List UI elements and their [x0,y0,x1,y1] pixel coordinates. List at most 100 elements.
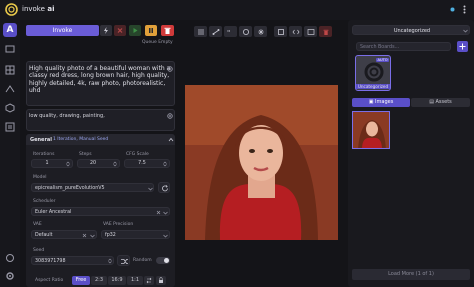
canvas-options-button[interactable] [194,26,207,37]
vae-precision-label: VAE Precision [103,222,134,227]
random-seed-toggle[interactable] [156,257,170,264]
chevron-down-icon [163,234,168,238]
chevron-down-icon [463,29,468,33]
cfg-scale-label: CFG Scale [126,152,149,157]
negative-prompt-text[interactable]: low quality, drawing, painting, [29,113,105,119]
refresh-models-button[interactable] [158,182,170,193]
lock-aspect-button[interactable] [156,276,166,285]
delete-image-icon[interactable] [319,26,332,37]
toggle-knob [164,258,169,263]
swap-dimensions-button[interactable] [144,276,154,285]
chevron-down-icon [163,211,168,215]
steps-value: 20 [89,161,97,166]
canvas-grid-icon[interactable] [5,65,15,75]
rail-text-to-image[interactable]: A [3,23,17,37]
cfg-scale-input[interactable]: 7.5 [124,159,170,168]
aspect-option-1-1[interactable]: 1:1 [127,276,143,285]
gallery-thumbnail[interactable] [352,111,390,149]
upscale-icon[interactable] [274,26,287,37]
resume-button[interactable] [129,25,141,36]
add-board-button[interactable] [457,41,468,52]
random-seed-label: Random [133,258,152,263]
show-metadata-icon[interactable] [289,26,302,37]
seed-stepper-icon[interactable] [108,258,112,264]
chevron-up-icon[interactable] [168,137,174,142]
aspect-option-free[interactable]: Free [72,276,90,285]
model-label: Model [33,175,47,180]
board-select-value: Uncategorized [393,27,431,34]
positive-prompt-field[interactable]: High quality photo of a beautiful woman … [26,61,175,106]
vae-value: Default [35,232,53,238]
more-menu-icon[interactable] [463,5,466,14]
model-select[interactable]: epicrealism_pureEvolutionV5 [31,183,154,192]
status-dot-icon [450,7,455,12]
settings-gear-icon[interactable] [5,271,15,281]
negative-prompt-field[interactable]: low quality, drawing, painting, [26,109,175,131]
steps-label: Steps [79,152,92,157]
pause-button[interactable] [145,25,157,36]
chevron-down-icon [90,234,95,238]
use-seed-icon[interactable] [239,26,252,37]
use-all-icon[interactable] [254,26,267,37]
iterations-stepper-icon[interactable] [66,161,70,167]
aspect-option-2-3[interactable]: 2:3 [91,276,107,285]
vae-precision-value: fp32 [105,232,116,238]
tab-images-label: Images [375,99,394,105]
general-subtitle: 1 Iteration, Manual Seed [53,137,109,142]
cfg-stepper-icon[interactable] [163,161,167,167]
generated-image[interactable] [185,85,338,240]
use-prompt-icon[interactable]: " [224,26,237,37]
app-title: invoke ai [22,5,54,13]
board-select[interactable]: Uncategorized [352,25,470,35]
left-rail [0,20,20,287]
aspect-ratio-label: Aspect Ratio [35,278,64,283]
load-more-button[interactable]: Load More (1 of 1) [352,269,470,280]
iterations-label: Iterations [33,152,55,157]
search-boards-placeholder: Search Boards... [360,44,400,50]
vae-label: VAE [33,222,42,227]
positive-prompt-text[interactable]: High quality photo of a beautiful woman … [29,65,171,94]
queue-status: Queue Empty [142,40,173,45]
invoke-logo-icon [5,3,18,16]
tab-assets[interactable]: ▤ Assets [411,98,470,107]
progress-images-icon[interactable] [304,26,317,37]
invoke-button[interactable]: Invoke [26,25,99,36]
tab-images[interactable]: ▣ Images [352,98,410,107]
general-title: General [30,137,52,143]
cancel-current-button[interactable] [114,25,126,36]
share-icon[interactable] [209,26,222,37]
invoke-front-button[interactable] [100,25,112,36]
seed-value: 3083971798 [35,258,66,264]
model-manager-icon[interactable] [5,103,15,113]
clear-icon[interactable] [156,210,161,215]
board-name: Uncategorized [356,84,390,89]
invoke-board-icon [364,62,384,82]
add-embedding-icon[interactable] [167,66,173,72]
vae-select[interactable]: Default [31,230,97,239]
shuffle-seed-button[interactable] [117,255,130,266]
chevron-down-icon [148,187,153,191]
add-negative-embedding-icon[interactable] [167,113,173,119]
brand-text: invoke [22,5,45,13]
steps-input[interactable]: 20 [77,159,120,168]
vae-precision-select[interactable]: fp32 [101,230,170,239]
scheduler-select[interactable]: Euler Ancestral [31,207,170,216]
cfg-scale-value: 7.5 [138,161,146,166]
clear-queue-button[interactable] [161,25,174,36]
bug-report-icon[interactable] [5,253,15,263]
board-tile-uncategorized[interactable]: AUTO Uncategorized [355,55,391,91]
image-to-image-icon[interactable] [5,44,15,54]
seed-input[interactable]: 3083971798 [31,256,114,265]
nodes-icon[interactable] [5,84,15,94]
scheduler-label: Scheduler [33,199,56,204]
iterations-input[interactable]: 1 [31,159,73,168]
steps-stepper-icon[interactable] [113,161,117,167]
queue-icon[interactable] [5,122,15,132]
svg-text:": " [227,29,230,35]
clear-icon[interactable] [82,233,87,238]
model-value: epicrealism_pureEvolutionV5 [35,185,105,191]
tab-assets-label: Assets [435,99,452,105]
aspect-option-16-9[interactable]: 16:9 [108,276,126,285]
top-bar [0,0,474,20]
search-boards-input[interactable]: Search Boards... [356,42,451,51]
